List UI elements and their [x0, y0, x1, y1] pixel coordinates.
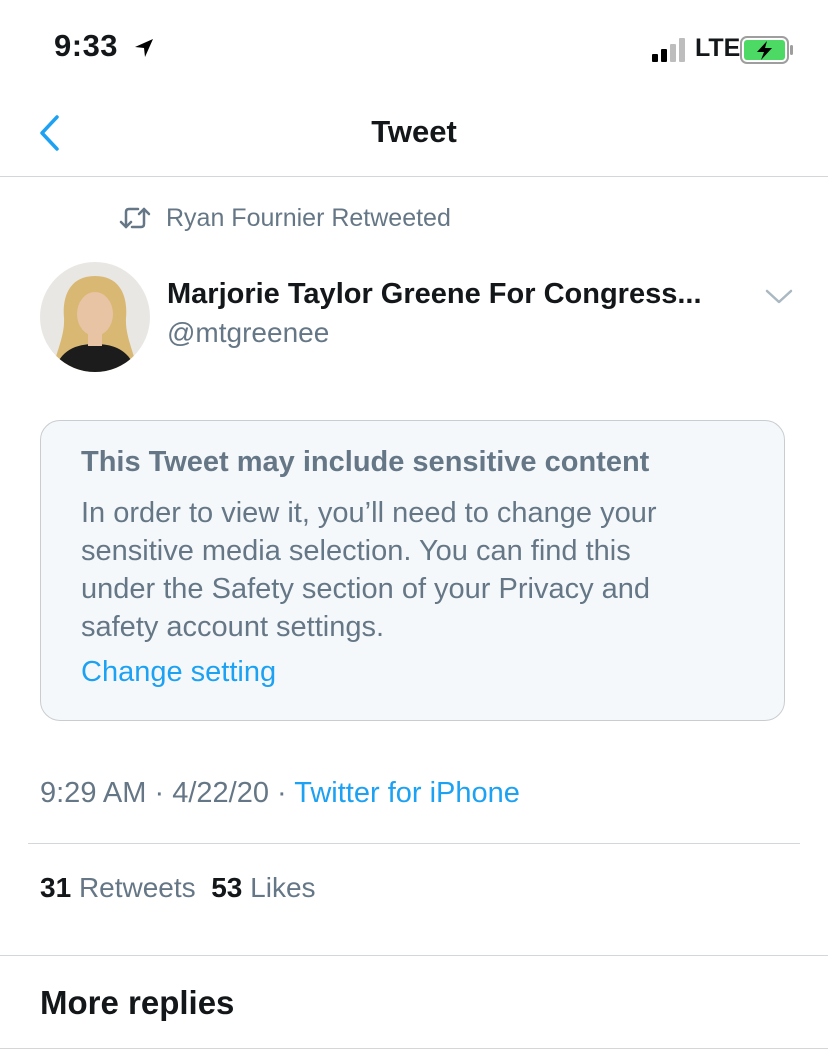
page-title: Tweet — [371, 114, 457, 149]
sensitive-notice-line: under the Safety section of your Privacy… — [81, 573, 651, 605]
tweet-meta: 9:29 AM · 4/22/20 · Twitter for iPhone — [40, 777, 520, 810]
retweet-context-label: Ryan Fournier Retweeted — [166, 204, 451, 232]
sensitive-notice-title: This Tweet may include sensitive content — [81, 446, 650, 478]
meta-divider — [28, 843, 800, 844]
sensitive-notice-line: In order to view it, you’ll need to chan… — [81, 497, 657, 529]
tweet-time: 9:29 AM — [40, 777, 147, 809]
sensitive-notice-body: In order to view it, you’ll need to chan… — [81, 494, 761, 646]
avatar[interactable] — [40, 262, 150, 372]
tweet-source-link[interactable]: Twitter for iPhone — [294, 777, 520, 809]
retweet-icon — [119, 207, 151, 229]
change-setting-link[interactable]: Change setting — [81, 656, 276, 689]
more-replies-heading: More replies — [40, 984, 235, 1021]
header-divider — [0, 176, 828, 177]
network-type-label: LTE — [695, 34, 741, 62]
author-handle[interactable]: @mtgreenee — [167, 317, 329, 349]
stats-divider — [0, 955, 828, 956]
meta-separator: · — [154, 777, 165, 809]
battery-charging-icon — [740, 36, 793, 64]
retweets-stat[interactable]: 31 Retweets — [40, 872, 196, 903]
cellular-signal-icon — [652, 38, 685, 62]
location-arrow-icon — [135, 39, 153, 57]
avatar-photo — [40, 262, 150, 372]
likes-label: Likes — [250, 872, 316, 903]
status-time: 9:33 — [54, 28, 119, 63]
sensitive-notice-line: safety account settings. — [81, 611, 385, 643]
meta-separator: · — [277, 777, 287, 809]
retweets-label: Retweets — [78, 872, 196, 903]
retweets-count: 31 — [40, 872, 72, 903]
tweet-date: 4/22/20 — [172, 777, 269, 809]
sensitive-notice-line: sensitive media selection. You can find … — [81, 535, 631, 567]
chevron-down-icon[interactable] — [763, 283, 795, 309]
author-display-name[interactable]: Marjorie Taylor Greene For Congress... — [167, 278, 702, 311]
likes-stat[interactable]: 53 Likes — [211, 872, 315, 903]
tweet-stats: 31 Retweets 53 Likes — [40, 872, 316, 904]
section-divider — [0, 1048, 828, 1049]
likes-count: 53 — [211, 872, 243, 903]
